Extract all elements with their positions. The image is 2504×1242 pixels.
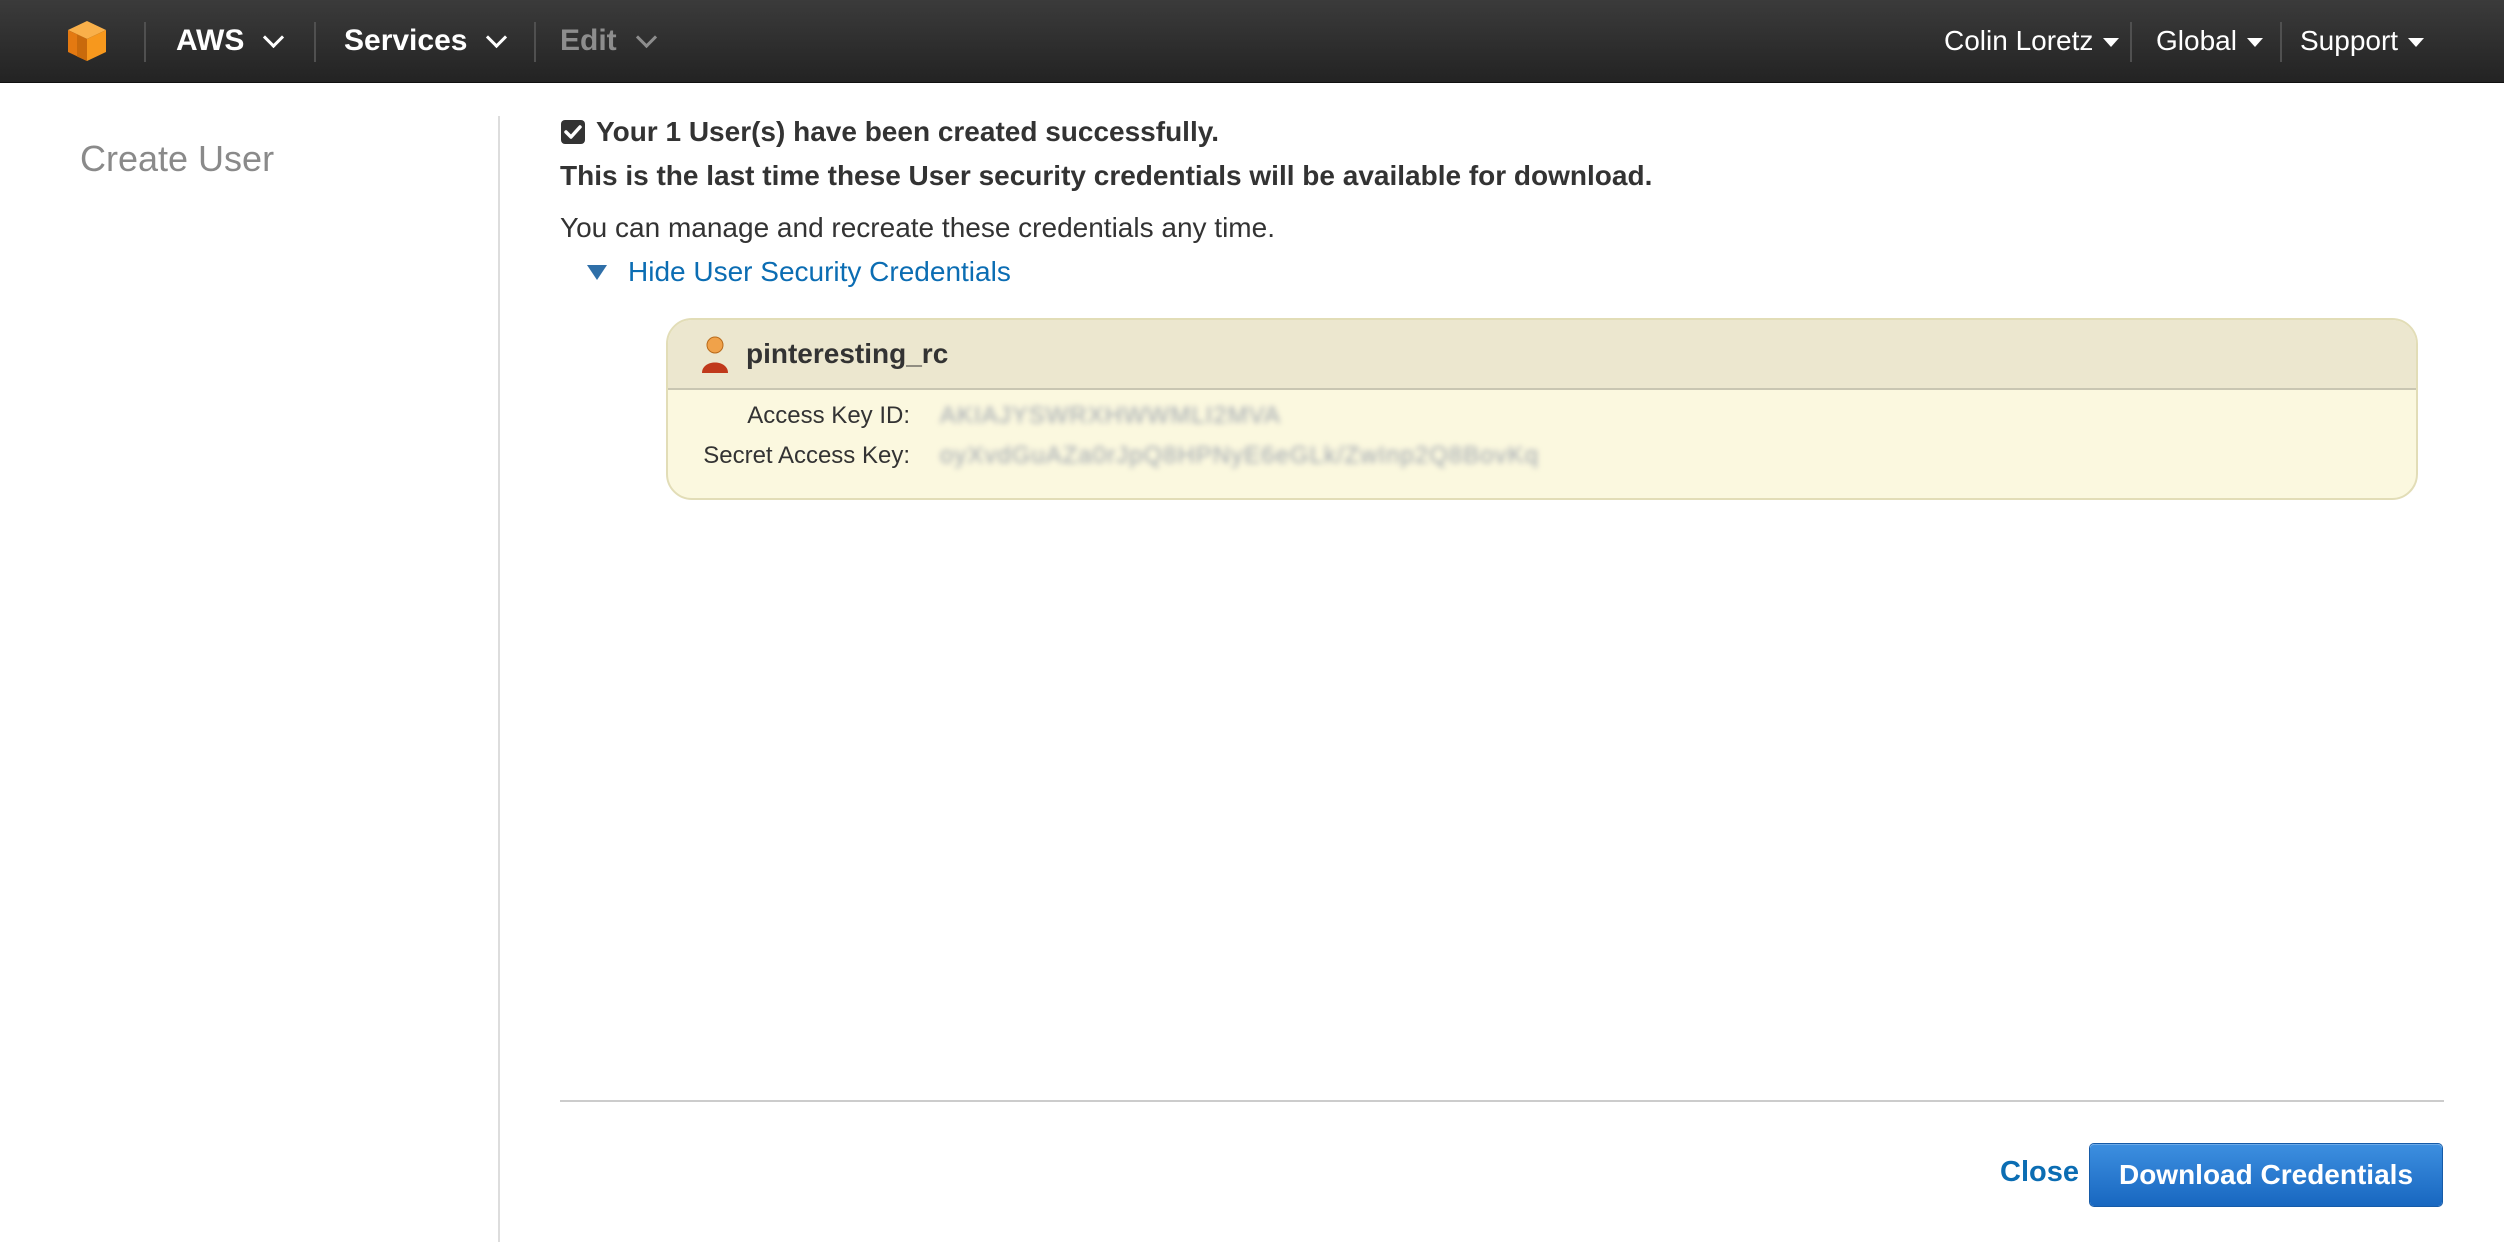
credentials-username: pinteresting_rc — [746, 338, 949, 369]
user-account-menu[interactable]: Colin Loretz — [1944, 0, 2120, 82]
download-credentials-button[interactable]: Download Credentials — [2090, 1144, 2442, 1206]
column-divider — [498, 116, 500, 1242]
top-navigation-bar: AWS Services Edit Colin Loretz Global Su… — [0, 0, 2504, 83]
nav-separator — [2280, 22, 2282, 62]
info-message: You can manage and recreate these creden… — [560, 212, 1275, 243]
user-icon — [702, 336, 728, 373]
close-link[interactable]: Close — [2000, 1156, 2079, 1189]
footer-divider — [560, 1100, 2444, 1102]
edit-menu-label: Edit — [560, 24, 617, 57]
nav-separator — [534, 22, 536, 62]
secret-key-value: oyXvdGuAZa0rJpQ8HPNyE6eGLk/ZwInp2Q8BovKq — [940, 442, 1539, 469]
services-menu[interactable]: Services — [344, 0, 508, 82]
hide-credentials-label: Hide User Security Credentials — [628, 256, 1011, 287]
nav-separator — [2130, 22, 2132, 62]
nav-separator — [314, 22, 316, 62]
region-label: Global — [2156, 25, 2237, 56]
secret-key-row: Secret Access Key: oyXvdGuAZa0rJpQ8HPNyE… — [668, 442, 1539, 470]
user-account-label: Colin Loretz — [1944, 25, 2094, 56]
warning-message: This is the last time these User securit… — [560, 160, 1653, 191]
nav-separator — [144, 22, 146, 62]
secret-key-label: Secret Access Key: — [703, 442, 910, 469]
support-label: Support — [2300, 25, 2399, 56]
caret-down-icon — [2408, 37, 2425, 47]
aws-menu[interactable]: AWS — [176, 0, 285, 82]
hide-credentials-toggle[interactable]: Hide User Security Credentials — [586, 256, 1011, 288]
success-message-text: Your 1 User(s) have been created success… — [596, 116, 1220, 147]
credentials-panel: pinteresting_rc Access Key ID: AKIAJYSWR… — [666, 318, 2418, 500]
success-message: Your 1 User(s) have been created success… — [560, 116, 1219, 148]
triangle-down-icon — [587, 265, 607, 280]
chevron-down-icon — [263, 26, 285, 48]
access-key-label: Access Key ID: — [747, 402, 910, 429]
support-menu[interactable]: Support — [2300, 0, 2425, 82]
chevron-down-icon — [635, 26, 657, 48]
region-menu[interactable]: Global — [2156, 0, 2263, 82]
access-key-value: AKIAJYSWRXHWWMLI2MVA — [940, 402, 1281, 429]
access-key-row: Access Key ID: AKIAJYSWRXHWWMLI2MVA — [668, 402, 1281, 430]
chevron-down-icon — [486, 26, 508, 48]
aws-logo-icon[interactable] — [64, 0, 110, 82]
services-menu-label: Services — [344, 24, 468, 57]
page-title: Create User — [80, 138, 275, 179]
caret-down-icon — [2246, 37, 2263, 47]
edit-menu: Edit — [560, 0, 657, 82]
checkbox-checked-icon — [561, 120, 585, 144]
aws-menu-label: AWS — [176, 24, 245, 57]
credentials-header: pinteresting_rc — [668, 320, 2416, 390]
caret-down-icon — [2103, 37, 2120, 47]
